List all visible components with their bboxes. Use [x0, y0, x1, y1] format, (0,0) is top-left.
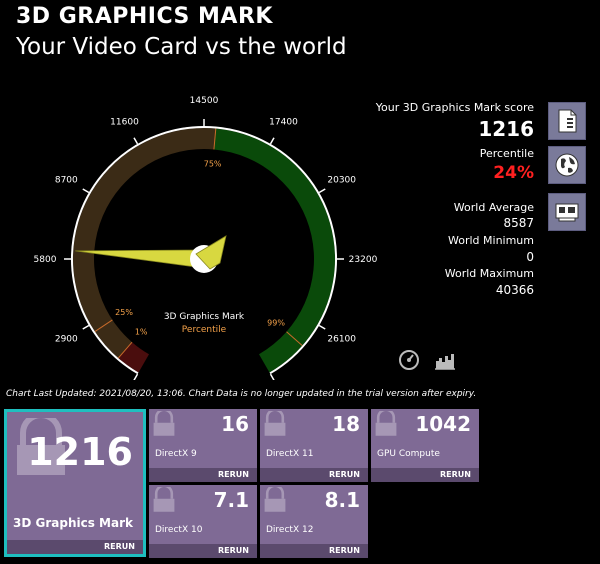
chart-update-note: Chart Last Updated: 2021/08/20, 13:06. C… — [6, 389, 477, 399]
gauge-tick-label: 2900 — [55, 335, 78, 345]
passmark-logo-icon — [153, 487, 175, 512]
world-average-label: World Average — [453, 201, 534, 214]
passmark-logo-icon — [264, 487, 286, 512]
tile-label: 3D Graphics Mark — [13, 516, 133, 530]
gauge-tick — [82, 188, 90, 194]
gauge-tick-label: 5800 — [34, 255, 57, 265]
world-minimum-value: 0 — [526, 250, 534, 264]
gauge-center-title: 3D Graphics Mark — [164, 312, 245, 322]
gauge-needle — [75, 249, 205, 269]
world-maximum-value: 40366 — [495, 283, 534, 297]
tile-label: DirectX 12 — [266, 525, 314, 535]
gauge-tick-label: 11600 — [110, 117, 139, 127]
gauge-tick-label: 26100 — [327, 335, 356, 345]
score-label: Your 3D Graphics Mark score — [375, 101, 534, 114]
gauge-tick — [133, 373, 139, 380]
passmark-logo-icon — [264, 411, 286, 436]
rerun-button[interactable]: RERUN — [260, 544, 368, 558]
percentile-value: 24% — [493, 163, 534, 183]
gauge-tick — [318, 188, 326, 194]
tile-value: 18 — [332, 412, 360, 436]
score-value: 1216 — [478, 117, 534, 141]
gauge-chart: 0290058008700116001450017400203002320026… — [34, 96, 378, 380]
gauge-center-subtitle: Percentile — [182, 325, 227, 335]
gauge-band-1 — [73, 128, 216, 359]
globe-icon — [555, 153, 579, 177]
tile-value: 7.1 — [213, 488, 249, 512]
globe-button[interactable] — [548, 146, 586, 184]
page-title: 3D GRAPHICS MARK — [16, 4, 273, 29]
graphics-card-button[interactable] — [548, 193, 586, 231]
rerun-button[interactable]: RERUN — [149, 468, 257, 482]
tile-directx-9[interactable]: 16 DirectX 9 RERUN — [149, 409, 257, 482]
tile-directx-12[interactable]: 8.1 DirectX 12 RERUN — [260, 485, 368, 558]
tile-directx-11[interactable]: 18 DirectX 11 RERUN — [260, 409, 368, 482]
page-subtitle: Your Video Card vs the world — [16, 34, 347, 60]
gauge-tick-label: 23200 — [349, 255, 378, 265]
histogram-icon[interactable] — [434, 349, 456, 371]
graphics-card-icon — [555, 203, 579, 222]
percentile-mark-label: 1% — [135, 328, 148, 337]
world-maximum-label: World Maximum — [444, 267, 534, 280]
tile-gpu-compute[interactable]: 1042 GPU Compute RERUN — [371, 409, 479, 482]
gauge-tick — [269, 373, 275, 380]
gauge-band-2 — [213, 128, 336, 373]
gauge-tick-label: 14500 — [190, 96, 219, 106]
tile-value: 16 — [221, 412, 249, 436]
passmark-logo-icon — [375, 411, 397, 436]
document-button[interactable] — [548, 102, 586, 140]
percentile-label: Percentile — [479, 147, 534, 160]
tile-value: 8.1 — [324, 488, 360, 512]
gauge-tick — [318, 324, 326, 330]
tile-value: 1216 — [27, 430, 133, 474]
rerun-button[interactable]: RERUN — [149, 544, 257, 558]
speedometer-icon[interactable] — [398, 349, 420, 371]
rerun-button[interactable]: RERUN — [260, 468, 368, 482]
percentile-mark-label: 25% — [115, 308, 133, 317]
document-icon — [558, 109, 577, 133]
tile-value: 1042 — [415, 412, 471, 436]
rerun-button[interactable]: RERUN — [371, 468, 479, 482]
gauge-tick-label: 20300 — [327, 176, 356, 186]
tile-3d-graphics-mark[interactable]: 1216 3D Graphics Mark RERUN — [4, 409, 146, 557]
tile-label: DirectX 11 — [266, 449, 314, 459]
tile-label: DirectX 9 — [155, 449, 197, 459]
gauge-tick-label: 8700 — [55, 176, 78, 186]
tile-directx-10[interactable]: 7.1 DirectX 10 RERUN — [149, 485, 257, 558]
gauge-tick — [269, 137, 275, 145]
percentile-mark-label: 75% — [204, 159, 222, 168]
tile-label: GPU Compute — [377, 449, 440, 459]
passmark-logo-icon — [153, 411, 175, 436]
gauge-tick — [82, 324, 90, 330]
tile-label: DirectX 10 — [155, 525, 203, 535]
percentile-mark-label: 99% — [267, 318, 285, 327]
gauge-tick-label: 17400 — [269, 117, 298, 127]
world-average-value: 8587 — [503, 216, 534, 230]
rerun-button[interactable]: RERUN — [7, 540, 143, 554]
gauge-tick — [133, 137, 139, 145]
world-minimum-label: World Minimum — [448, 234, 534, 247]
